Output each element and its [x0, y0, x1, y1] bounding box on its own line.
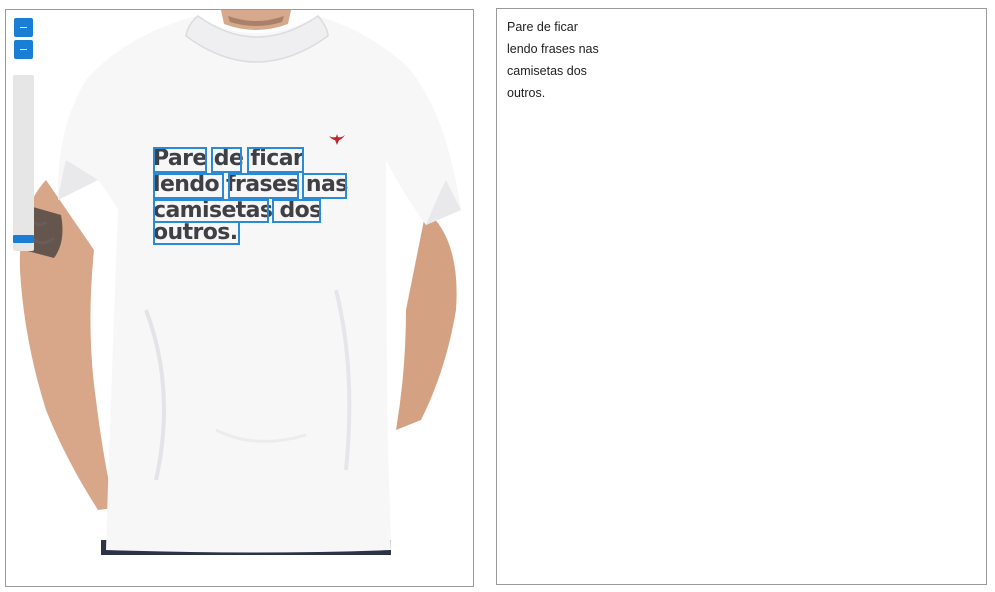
recognized-text-line: lendo frases nas [507, 42, 599, 56]
zoom-out-button[interactable] [14, 40, 33, 59]
recognized-text-panel[interactable]: Pare de ficar lendo frases nas camisetas… [496, 8, 987, 585]
bird-icon [329, 134, 345, 145]
recognized-text-line: outros. [507, 86, 546, 100]
recognized-text[interactable]: Pare de ficar lendo frases nas camisetas… [507, 16, 599, 104]
word-box[interactable] [153, 173, 224, 199]
plus-icon [20, 27, 27, 28]
zoom-slider-thumb[interactable] [13, 235, 34, 243]
tshirt-photo [6, 10, 473, 586]
word-box[interactable] [153, 147, 207, 173]
word-box[interactable] [153, 221, 240, 245]
word-box[interactable] [228, 173, 299, 199]
recognized-text-line: camisetas dos [507, 64, 587, 78]
minus-icon [20, 49, 27, 50]
word-box[interactable] [247, 147, 304, 173]
word-box[interactable] [211, 147, 242, 173]
word-box[interactable] [153, 199, 269, 223]
recognized-text-line: Pare de ficar [507, 20, 578, 34]
zoom-in-button[interactable] [14, 18, 33, 37]
image-viewer[interactable]: Pare de ficar lendo frases nas camisetas… [5, 9, 474, 587]
zoom-slider[interactable] [13, 75, 34, 251]
word-box[interactable] [302, 173, 347, 199]
word-box[interactable] [272, 199, 321, 223]
